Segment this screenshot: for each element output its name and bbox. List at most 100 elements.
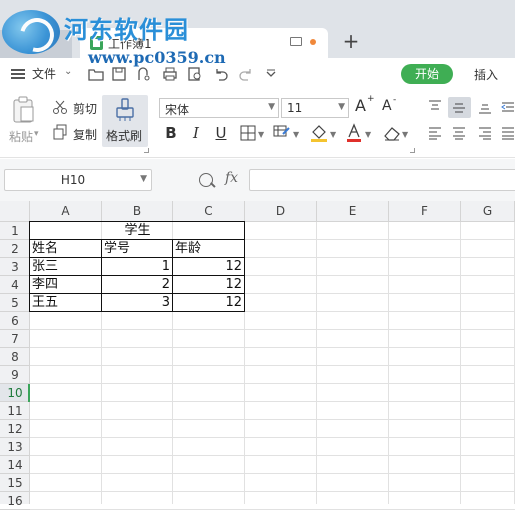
select-all-corner[interactable] bbox=[0, 201, 30, 222]
cell-age[interactable]: 12 bbox=[173, 294, 245, 312]
row-header-8[interactable]: 8 bbox=[0, 348, 30, 366]
align-left-icon[interactable] bbox=[428, 126, 442, 140]
underline-button[interactable]: U bbox=[212, 124, 230, 142]
formula-input[interactable] bbox=[249, 169, 515, 191]
column-header-a[interactable]: A bbox=[30, 201, 102, 222]
font-size-select[interactable]: 11 ▼ bbox=[281, 98, 349, 118]
format-painter-button[interactable]: 格式刷 bbox=[102, 95, 148, 147]
font-group-launcher-icon[interactable] bbox=[410, 148, 415, 153]
paste-icon[interactable] bbox=[11, 96, 37, 124]
paste-button[interactable]: 粘贴 bbox=[9, 128, 33, 145]
column-header-c[interactable]: C bbox=[173, 201, 245, 222]
cut-button[interactable]: 剪切 bbox=[73, 100, 97, 117]
column-header-b[interactable]: B bbox=[102, 201, 173, 222]
font-name-select[interactable]: 宋体 ▼ bbox=[159, 98, 279, 118]
chevron-down-icon: ▼ bbox=[268, 102, 275, 112]
row-header-12[interactable]: 12 bbox=[0, 420, 30, 438]
bold-button[interactable]: B bbox=[162, 124, 180, 142]
cell-name[interactable]: 张三 bbox=[30, 258, 102, 276]
wrap-text-icon[interactable] bbox=[501, 100, 515, 114]
row-header-3[interactable]: 3 bbox=[0, 258, 30, 276]
cell-header[interactable]: 年龄 bbox=[173, 240, 245, 258]
paste-dropdown-icon[interactable]: ▾ bbox=[34, 129, 39, 139]
insert-function-button[interactable]: fx bbox=[225, 170, 238, 186]
italic-button[interactable]: I bbox=[187, 124, 205, 142]
borders-icon[interactable] bbox=[240, 125, 256, 141]
column-header-f[interactable]: F bbox=[389, 201, 461, 222]
redo-icon[interactable] bbox=[238, 66, 254, 82]
clear-dropdown-icon[interactable]: ▼ bbox=[402, 130, 408, 139]
align-bottom-icon[interactable] bbox=[478, 100, 492, 114]
cell-name[interactable]: 王五 bbox=[30, 294, 102, 312]
font-color-icon[interactable] bbox=[346, 123, 362, 143]
align-center-icon[interactable] bbox=[452, 126, 466, 140]
hamburger-menu-icon[interactable] bbox=[11, 69, 25, 79]
row-header-16[interactable]: 16 bbox=[0, 492, 30, 510]
cell-age[interactable]: 12 bbox=[173, 276, 245, 294]
fill-color-dropdown-icon[interactable]: ▼ bbox=[330, 130, 336, 139]
new-tab-button[interactable]: + bbox=[340, 30, 362, 52]
sheet-grid[interactable]: A B C D E F G 1 2 3 4 5 6 7 8 9 10 11 12 13 14 15 16 学生 姓名 学号 年龄 张三… bbox=[0, 201, 515, 510]
increase-arrow-icon: + bbox=[367, 94, 375, 104]
cell-header[interactable]: 学号 bbox=[102, 240, 173, 258]
chevron-down-icon[interactable]: ▼ bbox=[140, 174, 147, 184]
row-header-1[interactable]: 1 bbox=[0, 222, 30, 240]
tab-previous[interactable] bbox=[0, 30, 72, 58]
row-header-4[interactable]: 4 bbox=[0, 276, 30, 294]
row-header-13[interactable]: 13 bbox=[0, 438, 30, 456]
cell-style-icon[interactable] bbox=[273, 125, 291, 141]
copy-button[interactable]: 复制 bbox=[73, 126, 97, 143]
row-header-10[interactable]: 10 bbox=[0, 384, 30, 402]
print-preview-icon[interactable] bbox=[187, 66, 203, 82]
cell-style-dropdown-icon[interactable]: ▼ bbox=[293, 130, 299, 139]
row-header-2[interactable]: 2 bbox=[0, 240, 30, 258]
cell-title[interactable]: 学生 bbox=[30, 222, 245, 240]
justify-icon[interactable] bbox=[501, 126, 515, 140]
row-header-11[interactable]: 11 bbox=[0, 402, 30, 420]
cell-id[interactable]: 1 bbox=[102, 258, 173, 276]
clipboard-group-launcher-icon[interactable] bbox=[144, 148, 149, 153]
column-header-e[interactable]: E bbox=[317, 201, 389, 222]
tab-workbook[interactable]: 工作簿1 bbox=[80, 28, 328, 58]
decrease-font-size-button[interactable]: A bbox=[382, 98, 392, 114]
fill-color-icon[interactable] bbox=[310, 123, 328, 143]
monitor-icon[interactable] bbox=[290, 37, 302, 46]
tab-insert[interactable]: 插入 bbox=[474, 66, 498, 83]
tab-start[interactable]: 开始 bbox=[401, 64, 453, 84]
open-folder-icon[interactable] bbox=[88, 66, 104, 82]
tab-workbook-label: 工作簿1 bbox=[108, 37, 152, 51]
name-box[interactable]: H10 ▼ bbox=[4, 169, 152, 191]
output-pdf-icon[interactable] bbox=[136, 66, 152, 82]
row-header-7[interactable]: 7 bbox=[0, 330, 30, 348]
row-header-14[interactable]: 14 bbox=[0, 456, 30, 474]
align-right-icon[interactable] bbox=[478, 126, 492, 140]
align-middle-icon[interactable] bbox=[452, 101, 466, 115]
increase-font-size-button[interactable]: A bbox=[355, 96, 366, 115]
cell-id[interactable]: 2 bbox=[102, 276, 173, 294]
cell-age[interactable]: 12 bbox=[173, 258, 245, 276]
unsaved-dot-icon bbox=[310, 39, 316, 45]
row-header-9[interactable]: 9 bbox=[0, 366, 30, 384]
file-menu[interactable]: 文件 bbox=[32, 65, 56, 82]
column-header-d[interactable]: D bbox=[245, 201, 317, 222]
row-header-5[interactable]: 5 bbox=[0, 294, 30, 312]
font-color-dropdown-icon[interactable]: ▼ bbox=[365, 130, 371, 139]
ribbon: 粘贴 ▾ 剪切 复制 格式刷 宋体 ▼ 11 ▼ A + A - B I U ▼… bbox=[0, 90, 515, 158]
save-icon[interactable] bbox=[111, 66, 127, 82]
align-top-icon[interactable] bbox=[428, 100, 442, 114]
column-header-g[interactable]: G bbox=[461, 201, 515, 222]
eraser-icon[interactable] bbox=[383, 125, 401, 141]
print-icon[interactable] bbox=[162, 66, 178, 82]
chevron-down-icon[interactable]: ⌄ bbox=[64, 66, 72, 77]
zoom-lookup-icon[interactable] bbox=[199, 173, 213, 187]
row-header-6[interactable]: 6 bbox=[0, 312, 30, 330]
cell-header[interactable]: 姓名 bbox=[30, 240, 102, 258]
cell-name[interactable]: 李四 bbox=[30, 276, 102, 294]
table-border-vertical bbox=[101, 239, 102, 312]
row-header-15[interactable]: 15 bbox=[0, 474, 30, 492]
borders-dropdown-icon[interactable]: ▼ bbox=[258, 130, 264, 139]
customize-quick-access-icon[interactable] bbox=[263, 66, 279, 82]
cell-id[interactable]: 3 bbox=[102, 294, 173, 312]
undo-icon[interactable] bbox=[213, 66, 229, 82]
copy-icon bbox=[53, 124, 67, 140]
